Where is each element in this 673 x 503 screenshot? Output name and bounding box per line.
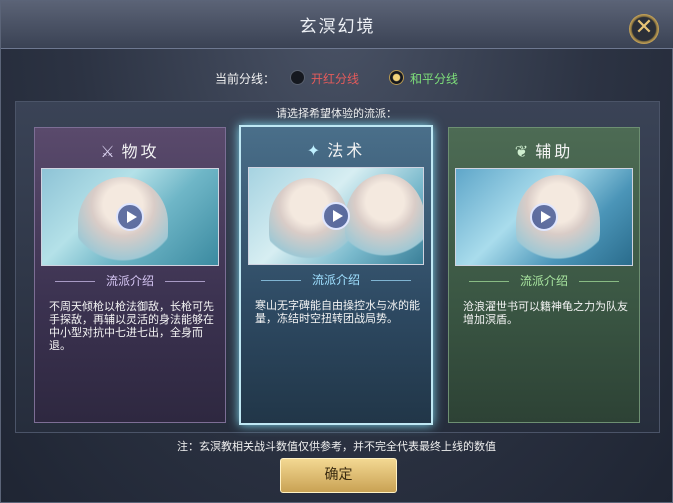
card-title: 辅助 <box>535 142 574 161</box>
character-figure <box>345 174 423 264</box>
play-video-icon[interactable] <box>530 203 558 231</box>
intro-heading: 流派介绍 <box>35 272 225 292</box>
card-title: 物攻 <box>121 142 160 161</box>
character-figure <box>516 175 600 265</box>
spear-icon: ⚔ <box>100 142 118 161</box>
card-description: 沧浪濯世书可以籍神龟之力为队友增加溟盾。 <box>463 300 628 326</box>
close-icon[interactable]: ✕ <box>629 14 659 44</box>
card-artwork <box>455 168 633 266</box>
radio-peace-line-label[interactable]: 和平分线 <box>410 70 458 87</box>
card-header: ❦ 辅助 <box>449 138 639 162</box>
card-description: 不周天倾枪以枪法御敌，长枪可先手探敌，再辅以灵活的身法能够在中小型对抗中七进七出… <box>49 300 214 352</box>
disclaimer-note: 注：玄溟教相关战斗数值仅供参考，并不完全代表最终上线的数值 <box>177 440 496 453</box>
school-prompt: 请选择希望体验的流派： <box>276 107 397 120</box>
school-card-physical[interactable]: ⚔ 物攻 流派介绍 不周天倾枪以枪法御敌，长枪可先手探敌，再辅以灵活的身法能够在中… <box>34 127 226 423</box>
title-bar: 玄溟幻境 ✕ <box>1 1 673 49</box>
intro-heading: 流派介绍 <box>241 271 431 291</box>
radio-red-line[interactable] <box>290 70 305 85</box>
line-selector-label: 当前分线： <box>215 72 276 86</box>
intro-heading: 流派介绍 <box>449 272 639 292</box>
card-artwork <box>248 167 424 265</box>
play-video-icon[interactable] <box>322 202 350 230</box>
confirm-button[interactable]: 确定 <box>280 458 397 493</box>
dialog-window: 玄溟幻境 ✕ 当前分线： 开红分线 和平分线 请选择希望体验的流派： ⚔ 物攻 流… <box>0 0 673 503</box>
card-title: 法术 <box>327 141 366 160</box>
dialog-title: 玄溟幻境 <box>299 17 376 37</box>
card-header: ⚔ 物攻 <box>35 138 225 162</box>
leaf-icon: ❦ <box>514 142 532 161</box>
card-artwork <box>41 168 219 266</box>
school-card-magic[interactable]: ✦ 法术 流派介绍 寒山无字碑能自由操控水与冰的能量，冻结时空扭转团战局势。 <box>239 125 433 425</box>
radio-peace-line[interactable] <box>389 70 404 85</box>
play-video-icon[interactable] <box>116 203 144 231</box>
radio-red-line-label[interactable]: 开红分线 <box>311 70 359 87</box>
magic-icon: ✦ <box>306 141 324 160</box>
school-card-support[interactable]: ❦ 辅助 流派介绍 沧浪濯世书可以籍神龟之力为队友增加溟盾。 <box>448 127 640 423</box>
line-selector: 当前分线： 开红分线 和平分线 <box>1 67 673 89</box>
card-description: 寒山无字碑能自由操控水与冰的能量，冻结时空扭转团战局势。 <box>255 299 420 325</box>
card-header: ✦ 法术 <box>241 137 431 161</box>
